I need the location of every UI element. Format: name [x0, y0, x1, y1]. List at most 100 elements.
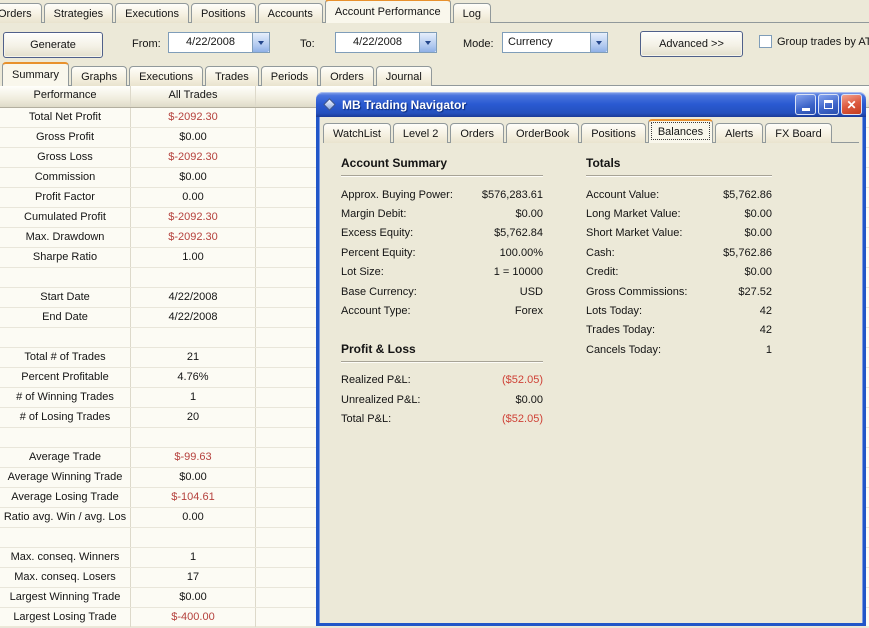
- metric-label: Percent Profitable: [0, 368, 131, 387]
- metric-label: Total Net Profit: [0, 108, 131, 127]
- stat-label: Excess Equity:: [341, 227, 414, 240]
- metric-value: 0.00: [131, 508, 256, 527]
- report-tab-strip: Summary Graphs Executions Trades Periods…: [2, 62, 869, 86]
- close-button[interactable]: ✕: [841, 94, 862, 115]
- nav-tab-orderbook[interactable]: OrderBook: [506, 123, 580, 143]
- stat-value: $0.00: [744, 208, 772, 221]
- stat-row: Cash: $5,762.86: [586, 243, 772, 262]
- main-tab-executions[interactable]: Executions: [115, 3, 189, 23]
- report-tab-summary[interactable]: Summary: [2, 62, 70, 86]
- group-trades-label: Group trades by AT: [777, 35, 869, 48]
- main-tab-strategies[interactable]: Strategies: [43, 3, 114, 23]
- stat-label: Account Value:: [586, 188, 660, 201]
- metric-value: $-2092.30: [131, 228, 256, 247]
- report-tab-trades[interactable]: Trades: [204, 66, 259, 86]
- stat-label: Cancels Today:: [586, 343, 662, 356]
- from-date-value: 4/22/2008: [186, 36, 235, 48]
- to-date-select[interactable]: 4/22/2008: [335, 32, 437, 53]
- stat-row: Trades Today: 42: [586, 321, 772, 340]
- main-tab-positions[interactable]: Positions: [190, 3, 256, 23]
- metric-label: Max. conseq. Losers: [0, 568, 131, 587]
- metric-value: $-104.61: [131, 488, 256, 507]
- metric-label: End Date: [0, 308, 131, 327]
- stat-value: $0.00: [744, 227, 772, 240]
- column-header-performance: Performance: [0, 86, 131, 107]
- metric-value: $-99.63: [131, 448, 256, 467]
- group-trades-checkbox[interactable]: [759, 35, 772, 48]
- window-body: WatchList Level 2 Orders OrderBook Posit…: [316, 117, 866, 626]
- report-tab-periods[interactable]: Periods: [260, 66, 319, 86]
- nav-tab-level2[interactable]: Level 2: [392, 123, 449, 143]
- stat-row: Account Value: $5,762.86: [586, 185, 772, 204]
- report-tab-executions[interactable]: Executions: [129, 66, 203, 86]
- stat-row: Long Market Value: $0.00: [586, 204, 772, 223]
- stat-row: Lots Today: 42: [586, 301, 772, 320]
- metric-label: Average Trade: [0, 448, 131, 467]
- to-label: To:: [300, 38, 315, 50]
- report-tab-orders[interactable]: Orders: [320, 66, 374, 86]
- metric-value: $-2092.30: [131, 148, 256, 167]
- nav-tab-alerts[interactable]: Alerts: [715, 123, 764, 143]
- metric-label: Cumulated Profit: [0, 208, 131, 227]
- stat-label: Realized P&L:: [341, 374, 411, 387]
- stat-label: Short Market Value:: [586, 227, 683, 240]
- stat-value: $576,283.61: [481, 188, 543, 201]
- nav-tab-fx-board[interactable]: FX Board: [765, 123, 832, 143]
- main-tab-log[interactable]: Log: [452, 3, 491, 23]
- section-divider: [341, 175, 543, 176]
- stat-row: Base Currency: USD: [341, 282, 543, 301]
- metric-value: $0.00: [131, 468, 256, 487]
- nav-tab-positions[interactable]: Positions: [581, 123, 646, 143]
- stat-row: Cancels Today: 1: [586, 340, 772, 359]
- from-label: From:: [132, 38, 161, 50]
- metric-label: # of Winning Trades: [0, 388, 131, 407]
- nav-tab-balances[interactable]: Balances: [647, 119, 714, 143]
- stat-label: Account Type:: [341, 305, 411, 318]
- stat-label: Long Market Value:: [586, 208, 681, 221]
- metric-value: $-2092.30: [131, 208, 256, 227]
- metric-value: 1.00: [131, 248, 256, 267]
- stat-value: $0.00: [744, 266, 772, 279]
- metric-label: Max. Drawdown: [0, 228, 131, 247]
- group-trades-checkbox-field[interactable]: Group trades by AT: [759, 35, 869, 48]
- metric-label: Largest Winning Trade: [0, 588, 131, 607]
- stat-row: Lot Size: 1 = 10000: [341, 263, 543, 282]
- stat-value: 42: [759, 305, 772, 318]
- chevron-down-icon[interactable]: [252, 33, 269, 52]
- mode-select[interactable]: Currency: [502, 32, 608, 53]
- stat-row: Excess Equity: $5,762.84: [341, 224, 543, 243]
- main-tab-account-performance[interactable]: Account Performance: [324, 0, 451, 23]
- stat-label: Base Currency:: [341, 285, 417, 298]
- metric-value: 4/22/2008: [131, 288, 256, 307]
- stat-row: Account Type: Forex: [341, 301, 543, 320]
- metric-value: 20: [131, 408, 256, 427]
- stat-value: $5,762.86: [723, 246, 772, 259]
- maximize-button[interactable]: [818, 94, 839, 115]
- stat-value: USD: [519, 285, 543, 298]
- section-divider: [586, 175, 772, 176]
- main-tab-strip: Orders Strategies Executions Positions A…: [0, 0, 869, 23]
- generate-button[interactable]: Generate: [3, 32, 103, 58]
- stat-row: Gross Commissions: $27.52: [586, 282, 772, 301]
- window-title: MB Trading Navigator: [342, 97, 467, 112]
- stat-label: Unrealized P&L:: [341, 393, 421, 406]
- chevron-down-icon[interactable]: [419, 33, 436, 52]
- stat-label: Trades Today:: [586, 324, 656, 337]
- metric-label: Start Date: [0, 288, 131, 307]
- stat-label: Percent Equity:: [341, 246, 416, 259]
- advanced-button[interactable]: Advanced >>: [640, 31, 743, 57]
- report-tab-graphs[interactable]: Graphs: [71, 66, 128, 86]
- from-date-select[interactable]: 4/22/2008: [168, 32, 270, 53]
- account-summary-title: Account Summary: [341, 156, 448, 170]
- nav-tab-orders[interactable]: Orders: [450, 123, 504, 143]
- chevron-down-icon[interactable]: [590, 33, 607, 52]
- main-tab-orders[interactable]: Orders: [0, 3, 42, 23]
- nav-tab-watchlist[interactable]: WatchList: [323, 123, 391, 143]
- mode-label: Mode:: [463, 38, 494, 50]
- main-tab-accounts[interactable]: Accounts: [257, 3, 323, 23]
- minimize-button[interactable]: [795, 94, 816, 115]
- window-titlebar[interactable]: MB Trading Navigator ✕: [316, 92, 866, 117]
- to-date-value: 4/22/2008: [353, 36, 402, 48]
- report-tab-journal[interactable]: Journal: [375, 66, 432, 86]
- metric-value: 4.76%: [131, 368, 256, 387]
